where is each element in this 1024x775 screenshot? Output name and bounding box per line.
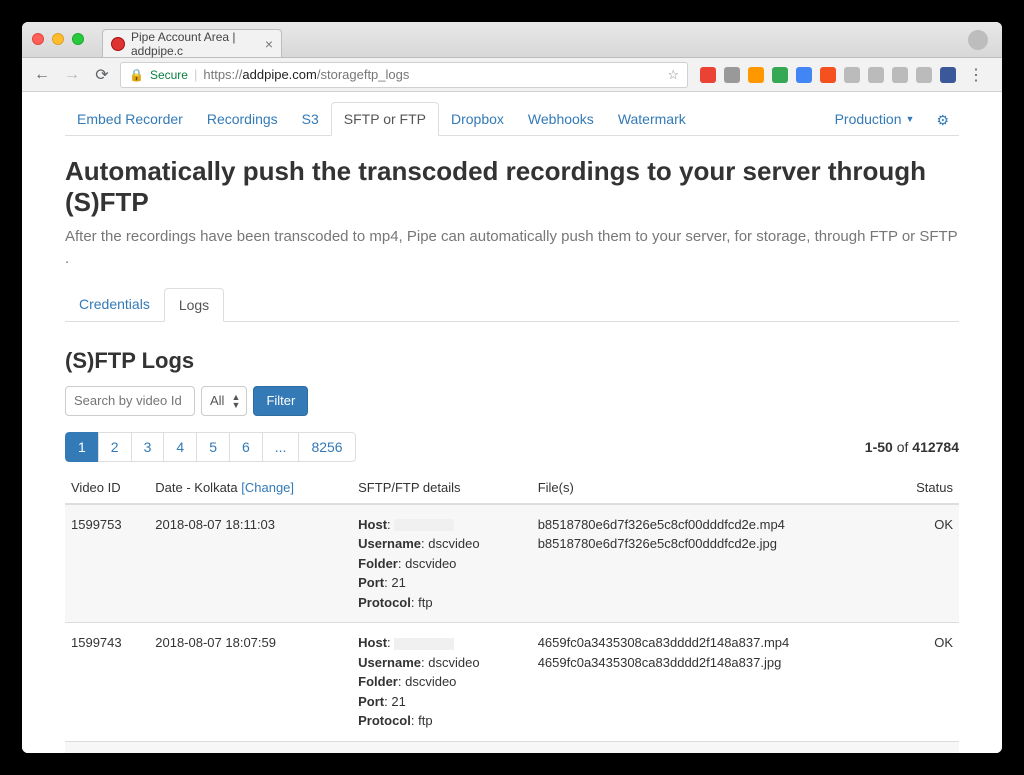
col-date: Date - Kolkata [Change] (149, 472, 352, 504)
tab-webhooks[interactable]: Webhooks (516, 103, 606, 135)
tab-recordings[interactable]: Recordings (195, 103, 290, 135)
section-title: (S)FTP Logs (65, 348, 959, 374)
tab-dropbox[interactable]: Dropbox (439, 103, 516, 135)
cell-date: 2018-08-07 18:11:03 (149, 504, 352, 623)
favicon-icon (111, 37, 125, 51)
settings-button[interactable]: ⚙ (926, 106, 959, 135)
cell-details: Host: Username: dscvideoFolder: dscvideo… (352, 504, 532, 623)
cell-date: 2018-08-07 18:07:11 (149, 741, 352, 753)
page-3[interactable]: 3 (131, 432, 165, 462)
ext-icon[interactable] (724, 67, 740, 83)
back-button[interactable]: ← (30, 63, 54, 87)
page-2[interactable]: 2 (98, 432, 132, 462)
close-tab-icon[interactable]: × (265, 36, 273, 52)
filter-button-label: Filter (266, 393, 295, 408)
page-subtitle: After the recordings have been transcode… (65, 226, 959, 270)
close-window-icon[interactable] (32, 33, 44, 45)
cell-details: Host: Username: dscvideoFolder: dscvideo… (352, 741, 532, 753)
ext-icon[interactable] (748, 67, 764, 83)
result-count: 1-50 of 412784 (865, 439, 959, 455)
reload-button[interactable]: ⟳ (90, 63, 114, 87)
lock-icon: 🔒 (129, 68, 144, 82)
page-5[interactable]: 5 (196, 432, 230, 462)
col-status: Status (893, 472, 959, 504)
cell-video-id: 1599743 (65, 623, 149, 742)
browser-tab[interactable]: Pipe Account Area | addpipe.c × (102, 29, 282, 57)
tab-embed-recorder[interactable]: Embed Recorder (65, 103, 195, 135)
ext-icon[interactable] (916, 67, 932, 83)
logs-table: Video ID Date - Kolkata [Change] SFTP/FT… (65, 472, 959, 754)
cell-status: OK (893, 623, 959, 742)
sub-nav: CredentialsLogs (65, 288, 959, 322)
star-icon[interactable]: ☆ (667, 67, 679, 83)
environment-dropdown[interactable]: Production ▼ (823, 103, 927, 135)
page-4[interactable]: 4 (163, 432, 197, 462)
cell-video-id: 1599753 (65, 504, 149, 623)
ext-icon[interactable] (868, 67, 884, 83)
page-content: Embed RecorderRecordingsS3SFTP or FTPDro… (22, 92, 1002, 753)
page-6[interactable]: 6 (229, 432, 263, 462)
ext-icon[interactable] (772, 67, 788, 83)
tab-watermark[interactable]: Watermark (606, 103, 698, 135)
minimize-window-icon[interactable] (52, 33, 64, 45)
gear-icon: ⚙ (936, 112, 949, 128)
status-filter-select[interactable]: All ▲▼ (201, 386, 247, 416)
filter-controls: All ▲▼ Filter (65, 386, 959, 416)
zoom-window-icon[interactable] (72, 33, 84, 45)
window-traffic-lights (32, 33, 84, 45)
profile-avatar-icon[interactable] (968, 30, 988, 50)
browser-toolbar: ← → ⟳ 🔒 Secure | https://addpipe.com/sto… (22, 58, 1002, 92)
change-timezone-link[interactable]: [Change] (241, 480, 294, 495)
secure-label: Secure (150, 68, 188, 82)
ext-icon[interactable] (892, 67, 908, 83)
tab-title: Pipe Account Area | addpipe.c (131, 30, 253, 58)
status-filter-value: All (210, 393, 224, 408)
cell-files: dd96263ea637992b8992913da29f2b6d.mp4dd96… (532, 741, 894, 753)
col-files: File(s) (532, 472, 894, 504)
table-row: 15997432018-08-07 18:07:59Host: Username… (65, 623, 959, 742)
cell-files: 4659fc0a3435308ca83dddd2f148a837.mp44659… (532, 623, 894, 742)
chevron-down-icon: ▼ (906, 114, 915, 124)
page-...: ... (262, 432, 300, 462)
page-title: Automatically push the transcoded record… (65, 156, 959, 218)
ext-icon[interactable] (940, 67, 956, 83)
pagination: 123456...8256 (65, 432, 356, 462)
tab-sftp-or-ftp[interactable]: SFTP or FTP (331, 102, 439, 136)
subtab-logs[interactable]: Logs (164, 288, 224, 322)
ext-icon[interactable] (820, 67, 836, 83)
col-details: SFTP/FTP details (352, 472, 532, 504)
cell-status: OK (893, 504, 959, 623)
search-input[interactable] (65, 386, 195, 416)
tab-s3[interactable]: S3 (290, 103, 331, 135)
page-1[interactable]: 1 (65, 432, 99, 462)
titlebar: Pipe Account Area | addpipe.c × (22, 22, 1002, 58)
table-row: 15997532018-08-07 18:11:03Host: Username… (65, 504, 959, 623)
col-video-id: Video ID (65, 472, 149, 504)
forward-button[interactable]: → (60, 63, 84, 87)
cell-files: b8518780e6d7f326e5c8cf00dddfcd2e.mp4b851… (532, 504, 894, 623)
ext-icon[interactable] (700, 67, 716, 83)
extension-icons: ⋮ (694, 65, 994, 85)
ext-icon[interactable] (796, 67, 812, 83)
browser-window: Pipe Account Area | addpipe.c × ← → ⟳ 🔒 … (22, 22, 1002, 753)
subtab-credentials[interactable]: Credentials (65, 288, 164, 321)
table-row: 15997402018-08-07 18:07:11Host: Username… (65, 741, 959, 753)
page-8256[interactable]: 8256 (298, 432, 355, 462)
pagination-row: 123456...8256 1-50 of 412784 (65, 432, 959, 462)
cell-status: OK (893, 741, 959, 753)
main-nav: Embed RecorderRecordingsS3SFTP or FTPDro… (65, 92, 959, 136)
filter-button[interactable]: Filter (253, 386, 308, 416)
chevron-updown-icon: ▲▼ (232, 393, 241, 409)
cell-details: Host: Username: dscvideoFolder: dscvideo… (352, 623, 532, 742)
chrome-menu-icon[interactable]: ⋮ (964, 65, 988, 85)
cell-video-id: 1599740 (65, 741, 149, 753)
url-text: https://addpipe.com/storageftp_logs (203, 67, 409, 82)
ext-icon[interactable] (844, 67, 860, 83)
address-bar[interactable]: 🔒 Secure | https://addpipe.com/storageft… (120, 62, 688, 88)
cell-date: 2018-08-07 18:07:59 (149, 623, 352, 742)
environment-label: Production (835, 111, 902, 127)
